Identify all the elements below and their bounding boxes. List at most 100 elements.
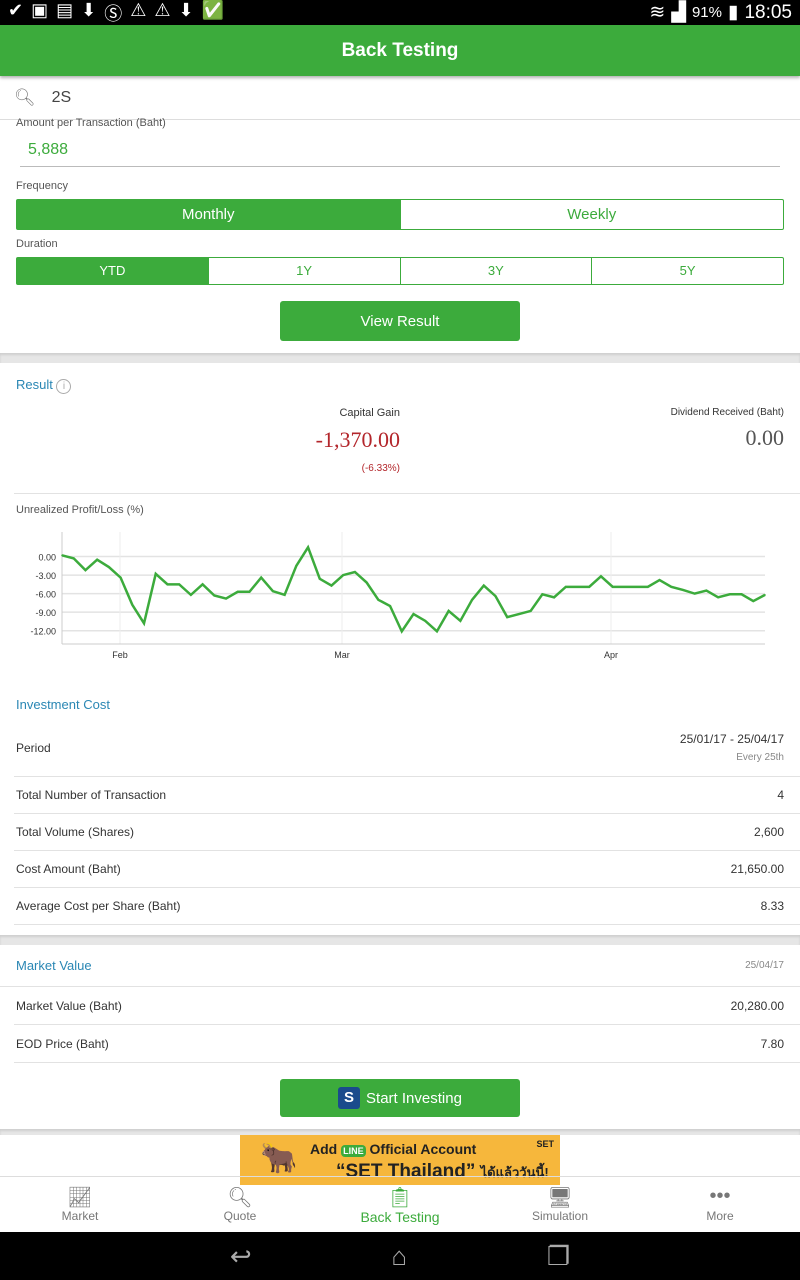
duration-ytd[interactable]: YTD — [17, 258, 208, 284]
data-point — [389, 605, 391, 607]
frequency-label: Frequency — [16, 180, 68, 192]
data-point — [400, 630, 403, 633]
data-point — [436, 630, 438, 633]
row-label: Total Volume (Shares) — [16, 825, 135, 839]
nav-more[interactable]: ••• More — [640, 1177, 800, 1232]
search-input[interactable]: 🔍︎ 2S — [0, 76, 800, 120]
data-point — [272, 590, 274, 592]
signal-icon: ▟ — [671, 2, 686, 23]
notification-icons: ✔ ▣ ▤ ⬇ Ⓢ ⚠ ⚠ ⬇ ✅ — [8, 0, 225, 24]
frequency-weekly[interactable]: Weekly — [399, 200, 784, 229]
period-row: Period 25/01/17 - 25/04/17 Every 25th — [14, 719, 800, 777]
row-label: EOD Price (Baht) — [16, 1036, 109, 1051]
data-point — [705, 589, 708, 592]
data-point — [729, 593, 731, 596]
data-point — [565, 586, 567, 588]
dividend-value: 0.00 — [745, 425, 785, 450]
data-point — [119, 576, 122, 579]
data-point — [518, 613, 520, 615]
row-value: 2,600 — [753, 825, 784, 839]
info-icon[interactable]: i — [56, 379, 72, 394]
line-icon: LINE — [341, 1145, 366, 1157]
table-row: Cost Amount (Baht) 21,650.00 — [14, 851, 800, 888]
data-point — [307, 546, 309, 549]
data-point — [283, 594, 286, 596]
data-point — [494, 595, 497, 597]
nav-simulation[interactable]: 🖥︎ Simulation — [480, 1177, 640, 1232]
data-point — [693, 592, 696, 595]
status-bar: ✔ ▣ ▤ ⬇ Ⓢ ⚠ ⚠ ⬇ ✅ ≋ ▟ 91% ▮ 18:05 — [0, 0, 800, 25]
data-point — [166, 583, 169, 586]
start-investing-button[interactable]: S Start Investing — [280, 1079, 520, 1117]
duration-5y[interactable]: 5Y — [591, 258, 783, 284]
row-label: Market Value (Baht) — [16, 998, 122, 1013]
period-frequency: Every 25th — [736, 752, 784, 763]
profit-loss-chart: 0.00 -3.00 -6.00 -9.00 -12.00 Feb Mar Apr — [30, 532, 766, 660]
data-point — [588, 586, 591, 588]
battery-level: 91% — [691, 4, 722, 21]
battery-icon: ▮ — [727, 2, 739, 23]
market-value-date: 25/04/17 — [745, 960, 784, 971]
table-row: Total Volume (Shares) 2,600 — [14, 814, 800, 851]
data-point — [295, 565, 298, 567]
data-point — [131, 603, 134, 606]
dividend-label: Dividend Received (Baht) — [670, 407, 784, 418]
search-icon: 🔍︎ — [14, 87, 36, 107]
clipboard-icon: 📋︎ — [387, 1187, 413, 1209]
table-row: EOD Price (Baht) 7.80 — [14, 1025, 800, 1063]
table-row: Market Value (Baht) 20,280.00 — [14, 987, 800, 1025]
back-icon[interactable]: ↩ — [230, 1241, 252, 1272]
row-value: 8.33 — [760, 899, 784, 913]
data-point — [483, 584, 485, 587]
data-point — [96, 558, 98, 561]
divider — [0, 353, 800, 363]
y-tick-label: -3.00 — [35, 571, 56, 581]
data-point — [459, 620, 462, 622]
data-point — [178, 583, 180, 586]
nav-quote[interactable]: 🔍︎ Quote — [160, 1177, 320, 1232]
set-logo: SET — [536, 1139, 554, 1149]
data-point — [260, 576, 262, 579]
x-tick-label: Mar — [334, 650, 350, 660]
view-result-button[interactable]: View Result — [280, 301, 520, 341]
clock: 18:05 — [744, 1, 792, 23]
data-point — [342, 574, 345, 576]
market-value-header: Market Value 25/04/17 — [0, 945, 800, 987]
y-tick-label: -12.00 — [30, 627, 56, 637]
duration-3y[interactable]: 3Y — [399, 258, 592, 284]
duration-label: Duration — [16, 238, 58, 250]
nav-market[interactable]: 📈︎ Market — [0, 1177, 160, 1232]
data-point — [377, 599, 380, 601]
data-point — [600, 575, 602, 578]
more-icon: ••• — [709, 1185, 731, 1207]
data-point — [647, 586, 649, 588]
chart-label: Unrealized Profit/Loss (%) — [16, 504, 144, 516]
duration-1y[interactable]: 1Y — [207, 258, 400, 284]
home-icon[interactable]: ⌂ — [391, 1241, 407, 1272]
y-tick-label: -9.00 — [35, 608, 56, 618]
recent-apps-icon[interactable]: ❐ — [547, 1241, 570, 1272]
frequency-monthly[interactable]: Monthly — [17, 200, 400, 229]
row-value: 21,650.00 — [730, 862, 784, 876]
system-nav-bar: ↩ ⌂ ❐ — [0, 1232, 800, 1280]
data-point — [84, 569, 87, 571]
row-label: Cost Amount (Baht) — [16, 862, 121, 876]
chart-icon: 📈︎ — [67, 1187, 93, 1209]
data-point — [717, 596, 719, 599]
y-tick-label: -6.00 — [35, 590, 56, 600]
app-bar: Back Testing — [0, 25, 800, 76]
data-point — [658, 579, 661, 581]
data-point — [623, 586, 626, 588]
amount-field[interactable]: 5,888 — [20, 135, 780, 167]
nav-back-testing[interactable]: 📋︎ Back Testing — [320, 1177, 480, 1232]
row-value: 4 — [777, 788, 784, 802]
data-point — [471, 599, 473, 601]
data-point — [541, 593, 544, 596]
data-point — [424, 620, 427, 622]
data-point — [190, 594, 192, 596]
wifi-icon: ≋ — [649, 2, 666, 23]
bottom-nav: 📈︎ Market 🔍︎ Quote 📋︎ Back Testing 🖥︎ Simula… — [0, 1176, 800, 1232]
x-tick-label: Apr — [604, 650, 618, 660]
data-point — [752, 600, 755, 602]
row-value: 20,280.00 — [730, 998, 784, 1013]
